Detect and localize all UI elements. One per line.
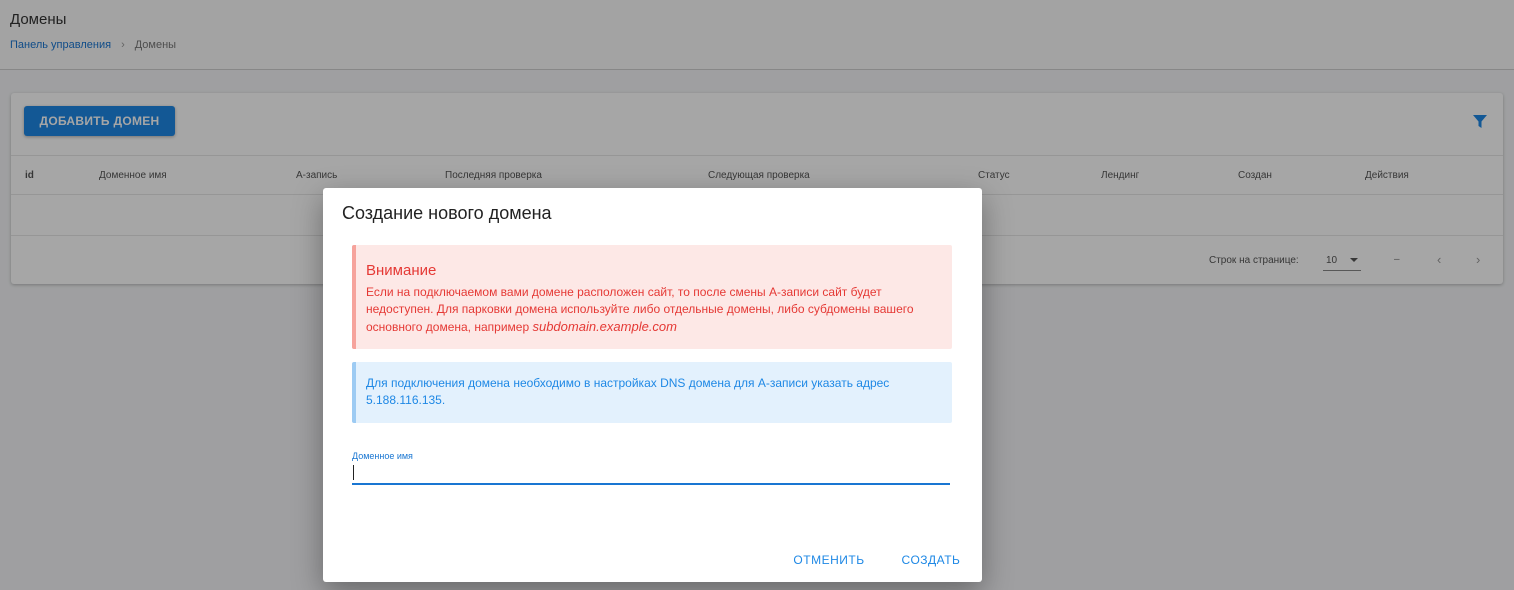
warning-text: Если на подключаемом вами домене располо… (366, 284, 946, 336)
create-domain-dialog: Создание нового домена Внимание Если на … (323, 188, 982, 582)
cancel-button[interactable]: ОТМЕНИТЬ (787, 546, 871, 574)
dialog-title: Создание нового домена (342, 203, 552, 223)
domain-name-input[interactable] (352, 461, 950, 485)
info-text: Для подключения домена необходимо в наст… (366, 376, 890, 407)
warning-alert: Внимание Если на подключаемом вами домен… (352, 245, 952, 349)
warning-heading: Внимание (366, 262, 437, 279)
create-button[interactable]: СОЗДАТЬ (895, 546, 967, 574)
info-alert: Для подключения домена необходимо в наст… (352, 362, 952, 423)
text-cursor (353, 465, 354, 480)
warning-example: subdomain.example.com (532, 319, 677, 334)
domain-name-label: Доменное имя (352, 451, 413, 461)
